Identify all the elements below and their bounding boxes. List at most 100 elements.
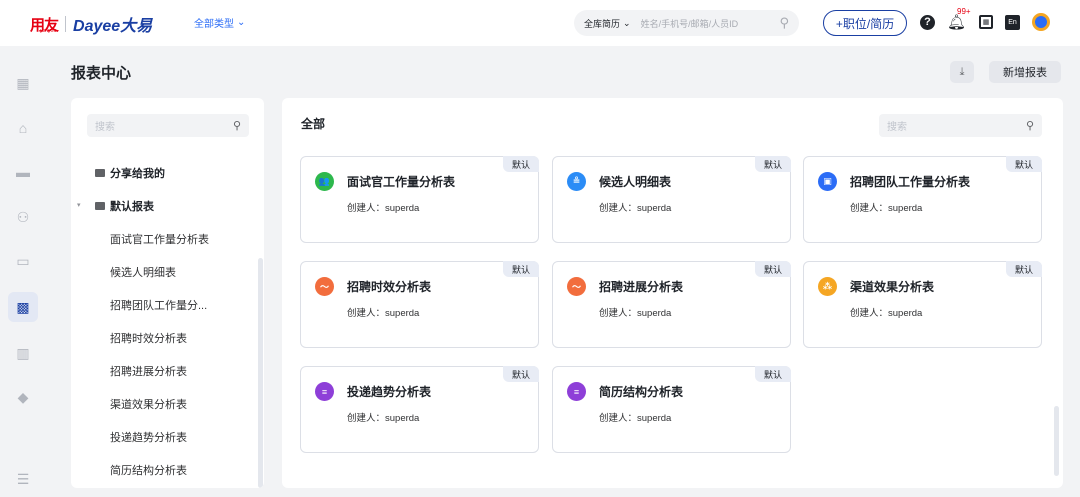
report-card-creator: 创建人：superda <box>850 308 923 319</box>
report-type-icon: ≡ <box>567 382 586 401</box>
home-icon[interactable]: ⌂ <box>8 113 38 143</box>
report-card[interactable]: 默认 ≡ 投递趋势分析表 创建人：superda <box>300 366 539 453</box>
content-scrollbar[interactable] <box>1054 406 1059 476</box>
report-type-icon: 👥 <box>315 172 334 191</box>
header-actions: ? 🔔︎ 99+ ▦ En <box>920 7 1050 31</box>
report-card-title: 渠道效果分析表 <box>850 280 935 294</box>
default-tag: 默认 <box>1006 156 1042 172</box>
folder-icon <box>95 202 105 210</box>
download-button[interactable]: ⤓ <box>950 61 974 83</box>
yonyou-logo-sub: yonyou <box>40 28 57 34</box>
default-tag: 默认 <box>1006 261 1042 277</box>
tree-scrollbar[interactable] <box>258 258 263 488</box>
report-card-creator: 创建人：superda <box>599 308 672 319</box>
grid-icon[interactable]: ▦ <box>8 68 38 98</box>
report-card-title: 招聘团队工作量分析表 <box>850 175 971 189</box>
default-tag: 默认 <box>755 156 791 172</box>
tree-leaf[interactable]: 招聘团队工作量分... <box>110 297 207 313</box>
default-tag: 默认 <box>503 156 539 172</box>
search-icon[interactable]: ⚲ <box>779 15 789 31</box>
tree-leaf[interactable]: 招聘进展分析表 <box>110 363 187 379</box>
language-switch[interactable]: En <box>1005 14 1020 30</box>
tree-search-placeholder: 搜索 <box>95 122 115 133</box>
cube-icon[interactable]: ◆ <box>8 382 38 412</box>
tree-group-shared[interactable]: 分享给我的 <box>95 165 165 181</box>
tree-group-label: 分享给我的 <box>110 168 165 180</box>
building-icon[interactable]: ▥ <box>8 338 38 368</box>
report-search-input[interactable]: 搜索 ⚲ <box>879 114 1042 137</box>
tree-leaf[interactable]: 招聘时效分析表 <box>110 330 187 346</box>
tree-search-input[interactable]: 搜索 ⚲ <box>87 114 249 137</box>
dayee-logo: Dayee大易 <box>73 18 153 35</box>
tree-leaf[interactable]: 简历结构分析表 <box>110 462 187 478</box>
top-header: 用友 yonyou Dayee大易 全部类型 ⌄ 全库简历 ⌄ 姓名/手机号/邮… <box>0 0 1080 46</box>
report-card-creator: 创建人：superda <box>347 308 420 319</box>
report-card[interactable]: 默认 ≡ 简历结构分析表 创建人：superda <box>552 366 791 453</box>
people-icon[interactable]: ⚇ <box>8 202 38 232</box>
menu-collapse-icon[interactable]: ☰ <box>8 464 38 494</box>
notification-bell[interactable]: 🔔︎ 99+ <box>947 7 971 31</box>
type-select[interactable]: 全部类型 ⌄ <box>194 15 245 30</box>
default-tag: 默认 <box>755 261 791 277</box>
report-card-creator: 创建人：superda <box>850 203 923 214</box>
section-title: 全部 <box>301 117 326 131</box>
default-tag: 默认 <box>503 261 539 277</box>
download-icon: ⤓ <box>959 65 965 78</box>
tree-leaf[interactable]: 面试官工作量分析表 <box>110 231 209 247</box>
report-card-title: 招聘进展分析表 <box>599 280 684 294</box>
report-tree-panel: 搜索 ⚲ 分享给我的 ▾ 默认报表 面试官工作量分析表 候选人明细表 招聘团队工… <box>71 98 264 488</box>
report-search-placeholder: 搜索 <box>887 122 907 133</box>
calendar-icon[interactable]: ▦ <box>979 15 993 29</box>
report-card-title: 投递趋势分析表 <box>347 385 432 399</box>
tree-leaf[interactable]: 渠道效果分析表 <box>110 396 187 412</box>
report-card-creator: 创建人：superda <box>347 413 420 424</box>
notification-badge: 99+ <box>957 7 971 16</box>
tree-leaf[interactable]: 候选人明细表 <box>110 264 176 280</box>
briefcase-icon[interactable]: ▬ <box>8 157 38 187</box>
report-card-creator: 创建人：superda <box>599 203 672 214</box>
report-icon[interactable]: ▩ <box>8 292 38 322</box>
report-type-icon: 〜 <box>567 277 586 296</box>
global-search[interactable]: 全库简历 ⌄ 姓名/手机号/邮箱/人员ID ⚲ <box>574 10 799 36</box>
report-card-title: 招聘时效分析表 <box>347 280 432 294</box>
left-rail: ▦ ⌂ ▬ ⚇ ▭ ▩ ▥ ◆ ☰ <box>0 46 46 497</box>
report-card[interactable]: 默认 ▣ 招聘团队工作量分析表 创建人：superda <box>803 156 1042 243</box>
avatar[interactable] <box>1032 13 1050 31</box>
help-icon[interactable]: ? <box>920 14 935 30</box>
search-icon[interactable]: ⚲ <box>1026 119 1034 132</box>
report-type-icon: ▣ <box>818 172 837 191</box>
caret-down-icon[interactable]: ▾ <box>77 201 81 209</box>
default-tag: 默认 <box>755 366 791 382</box>
report-type-icon: ≡ <box>315 382 334 401</box>
logo[interactable]: 用友 yonyou Dayee大易 <box>30 12 152 36</box>
type-select-label: 全部类型 <box>194 19 234 30</box>
default-tag: 默认 <box>503 366 539 382</box>
report-card[interactable]: 默认〜招聘时效分析表 创建人：superda <box>300 261 539 348</box>
report-card-creator: 创建人：superda <box>599 413 672 424</box>
report-type-icon: ≗ <box>567 172 586 191</box>
page-title: 报表中心 <box>71 65 132 82</box>
bell-icon: 🔔︎ <box>947 14 967 31</box>
folder-icon <box>95 169 105 177</box>
report-list-panel: 全部 搜索 ⚲ 默认 👥 面试官工作量分析表 创建人：superda 默认 ≗ 候选人明细表… <box>282 98 1063 488</box>
report-card[interactable]: 默认 👥 面试官工作量分析表 创建人：superda <box>300 156 539 243</box>
search-scope-select[interactable]: 全库简历 ⌄ <box>584 17 631 30</box>
search-scope-label: 全库简历 <box>584 18 621 29</box>
report-card-title: 简历结构分析表 <box>599 385 684 399</box>
report-card-title: 候选人明细表 <box>599 175 672 189</box>
tree-group-label: 默认报表 <box>110 201 154 213</box>
chevron-down-icon: ⌄ <box>237 17 246 28</box>
search-input[interactable]: 姓名/手机号/邮箱/人员ID <box>641 17 780 30</box>
add-position-resume-button[interactable]: +职位/简历 <box>823 10 907 36</box>
report-card-creator: 创建人：superda <box>347 203 420 214</box>
logo-divider <box>65 16 67 32</box>
tree-group-default[interactable]: 默认报表 <box>95 198 154 214</box>
report-type-icon: 〜 <box>315 277 334 296</box>
report-card[interactable]: 默认〜招聘进展分析表 创建人：superda <box>552 261 791 348</box>
report-card[interactable]: 默认 ≗ 候选人明细表 创建人：superda <box>552 156 791 243</box>
inbox-icon[interactable]: ▭ <box>8 246 38 276</box>
tree-leaf[interactable]: 投递趋势分析表 <box>110 429 187 445</box>
report-card[interactable]: 默认 ⁂ 渠道效果分析表 创建人：superda <box>803 261 1042 348</box>
search-icon[interactable]: ⚲ <box>233 119 241 132</box>
new-report-button[interactable]: 新增报表 <box>989 61 1061 83</box>
